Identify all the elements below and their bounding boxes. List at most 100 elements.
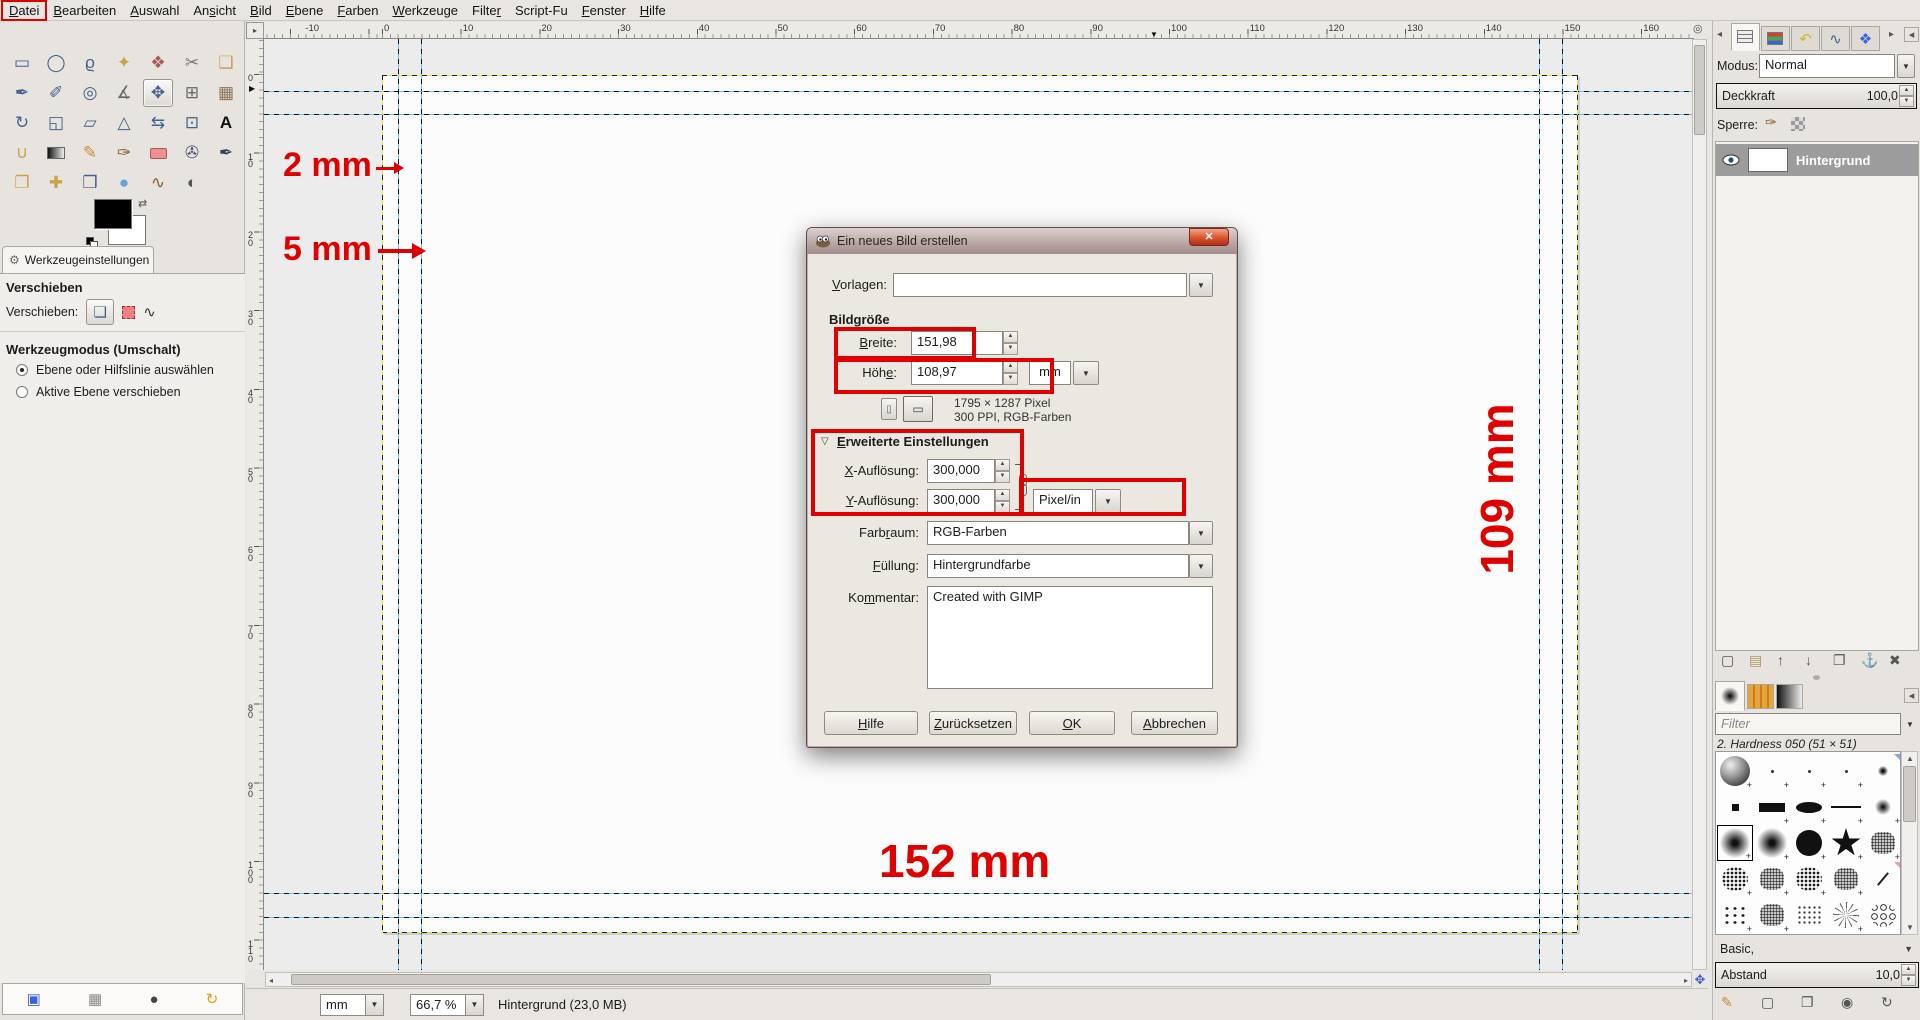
guide-vertical-147mm[interactable] <box>1539 39 1540 970</box>
brush-item[interactable] <box>1754 933 1790 935</box>
tool-smudge[interactable]: ∿ <box>143 169 173 197</box>
tool-text[interactable]: A <box>211 109 241 137</box>
new-layer-button[interactable]: ▢ <box>1721 652 1734 669</box>
tool-align[interactable]: ⊞ <box>177 79 207 107</box>
spacing-slider[interactable]: Abstand 10,0 ▲▼ <box>1715 962 1919 988</box>
menu-ebene[interactable]: Ebene <box>279 1 331 20</box>
brush-item[interactable]: + <box>1717 753 1753 789</box>
radio-icon[interactable] <box>16 364 28 376</box>
tool-move[interactable]: ✥ <box>143 79 173 107</box>
brush-item[interactable]: + <box>1754 861 1790 897</box>
panel-splitter-handle[interactable] <box>1813 675 1820 680</box>
tool-airbrush[interactable]: ✇ <box>177 139 207 167</box>
guide-horizontal-104mm[interactable] <box>264 893 1692 894</box>
brush-item[interactable]: + <box>1828 753 1864 789</box>
spacing-spinner[interactable]: ▲▼ <box>1901 964 1916 986</box>
height-input[interactable]: 108,97 <box>911 361 1003 385</box>
save[interactable]: ▣ <box>27 990 41 1008</box>
tool-rectangle-select[interactable]: ▭ <box>7 49 37 77</box>
move-selection-button[interactable] <box>122 306 135 319</box>
horizontal-ruler[interactable]: -100102030405060708090100110120130140150… <box>264 22 1694 39</box>
colorspace-dropdown-button[interactable]: ▼ <box>1189 521 1213 545</box>
guide-vertical-2mm[interactable] <box>398 39 399 970</box>
colorspace-value[interactable]: RGB-Farben <box>927 521 1189 545</box>
menu-auswahl[interactable]: Auswahl <box>123 1 186 20</box>
unit-combobox[interactable]: mm ▼ <box>320 994 384 1016</box>
lower-layer-button[interactable]: ↓ <box>1805 652 1812 668</box>
zoom-follow-window-icon[interactable]: ◎ <box>1693 22 1708 38</box>
tool-heal[interactable]: ✚ <box>41 169 71 197</box>
guide-vertical-150mm[interactable] <box>1562 39 1563 970</box>
tool-mode-option-1[interactable]: Aktive Ebene verschieben <box>0 381 245 403</box>
anchor-layer-button[interactable]: ⚓ <box>1861 652 1878 669</box>
brush-item[interactable]: + <box>1865 789 1901 825</box>
yres-input[interactable]: 300,000 <box>927 489 995 513</box>
brush-item[interactable]: + <box>1754 897 1790 933</box>
resolution-unit-dropdown-button[interactable]: ▼ <box>1095 489 1121 513</box>
dock-menu-icon[interactable]: ◂ <box>1904 688 1919 703</box>
tool-blur-sharpen[interactable]: ● <box>109 169 139 197</box>
filter-dropdown-icon[interactable]: ▼ <box>1901 713 1919 735</box>
new-group-button[interactable]: ▤ <box>1749 652 1762 669</box>
tab-gradients[interactable] <box>1776 684 1803 709</box>
landscape-orientation-button[interactable]: ▭ <box>903 396 933 422</box>
brush-item[interactable]: + <box>1754 753 1790 789</box>
horizontal-scrollbar[interactable]: ◂ ▸ <box>265 972 1692 987</box>
ruler-corner-menu-button[interactable]: ▸ <box>246 22 264 39</box>
brush-preset-row[interactable]: Basic, ▼ <box>1715 939 1919 959</box>
dock-tab-scroll-left-icon[interactable]: ◂ <box>1717 29 1722 40</box>
guide-horizontal-5mm[interactable] <box>264 114 1692 115</box>
swap-colors-icon[interactable]: ⇄ <box>138 197 147 210</box>
menu-hilfe[interactable]: Hilfe <box>633 1 673 20</box>
unit-combobox-value[interactable]: mm <box>1029 361 1071 385</box>
brush-item[interactable] <box>1865 861 1901 897</box>
tab-patterns[interactable] <box>1747 684 1774 709</box>
delete-layer-button[interactable]: ✖ <box>1889 652 1901 669</box>
tab-layers[interactable] <box>1731 23 1760 51</box>
menu-datei[interactable]: Datei <box>2 1 46 20</box>
xres-spinner[interactable]: ▲▼ <box>995 459 1010 483</box>
brush-item[interactable]: + <box>1828 897 1864 933</box>
refresh-brushes-button[interactable]: ↻ <box>1881 994 1893 1011</box>
tab-images[interactable]: ❖ <box>1851 26 1880 51</box>
brush-item[interactable] <box>1717 789 1753 825</box>
guide-horizontal-2mm[interactable] <box>264 91 1692 92</box>
advanced-heading[interactable]: Erweiterte Einstellungen <box>837 434 989 449</box>
tab-undo-history[interactable]: ↶ <box>1791 26 1820 51</box>
brush-item[interactable] <box>1791 933 1827 935</box>
tab-brushes[interactable] <box>1715 681 1745 711</box>
scroll-left-icon[interactable]: ◂ <box>269 976 273 985</box>
brush-item[interactable] <box>1865 897 1901 933</box>
unit-value[interactable]: mm <box>320 994 366 1016</box>
horizontal-scrollbar-thumb[interactable] <box>291 974 991 985</box>
width-input-text[interactable]: 151,98 <box>911 331 1003 355</box>
ok-button[interactable]: OK <box>1029 711 1115 735</box>
brush-item[interactable]: + <box>1828 861 1864 897</box>
brush-scrollbar[interactable]: ▲ ▼ <box>1901 751 1918 935</box>
cancel-button[interactable]: Abbrechen <box>1131 711 1218 735</box>
navigation-cross-icon[interactable]: ✥ <box>1692 972 1708 988</box>
tab-paths[interactable]: ∿ <box>1821 26 1850 51</box>
brush-item-selected[interactable]: + <box>1717 825 1753 861</box>
dock-menu-icon[interactable]: ◂ <box>1904 27 1919 42</box>
brush-item[interactable]: + <box>1717 861 1753 897</box>
zoom-combobox[interactable]: 66,7 % ▼ <box>410 994 484 1016</box>
brush-item[interactable] <box>1791 897 1827 933</box>
menu-ansicht[interactable]: Ansicht <box>186 1 243 20</box>
menu-bearbeiten[interactable]: Bearbeiten <box>46 1 123 20</box>
opacity-slider[interactable]: Deckkraft 100,0 ▲▼ <box>1716 83 1917 109</box>
close-icon[interactable]: ✕ <box>1189 228 1229 246</box>
move-layer-button[interactable]: ❏ <box>86 299 114 325</box>
visibility-eye-icon[interactable] <box>1722 154 1740 166</box>
duplicate-layer-button[interactable]: ❐ <box>1833 652 1846 669</box>
layer-mode-value[interactable]: Normal <box>1759 54 1895 78</box>
new-brush-button[interactable]: ▢ <box>1761 994 1774 1011</box>
tool-perspective-clone[interactable]: ❒ <box>75 169 105 197</box>
brush-item[interactable] <box>1865 933 1901 935</box>
scroll-right-icon[interactable]: ▸ <box>1684 976 1688 985</box>
tool-measure[interactable]: ∡ <box>109 79 139 107</box>
width-spinner[interactable]: ▲▼ <box>1003 331 1018 355</box>
tool-zoom[interactable]: ◎ <box>75 79 105 107</box>
tool-cage-transform[interactable]: ⊡ <box>177 109 207 137</box>
fill-dropdown-button[interactable]: ▼ <box>1189 554 1213 578</box>
